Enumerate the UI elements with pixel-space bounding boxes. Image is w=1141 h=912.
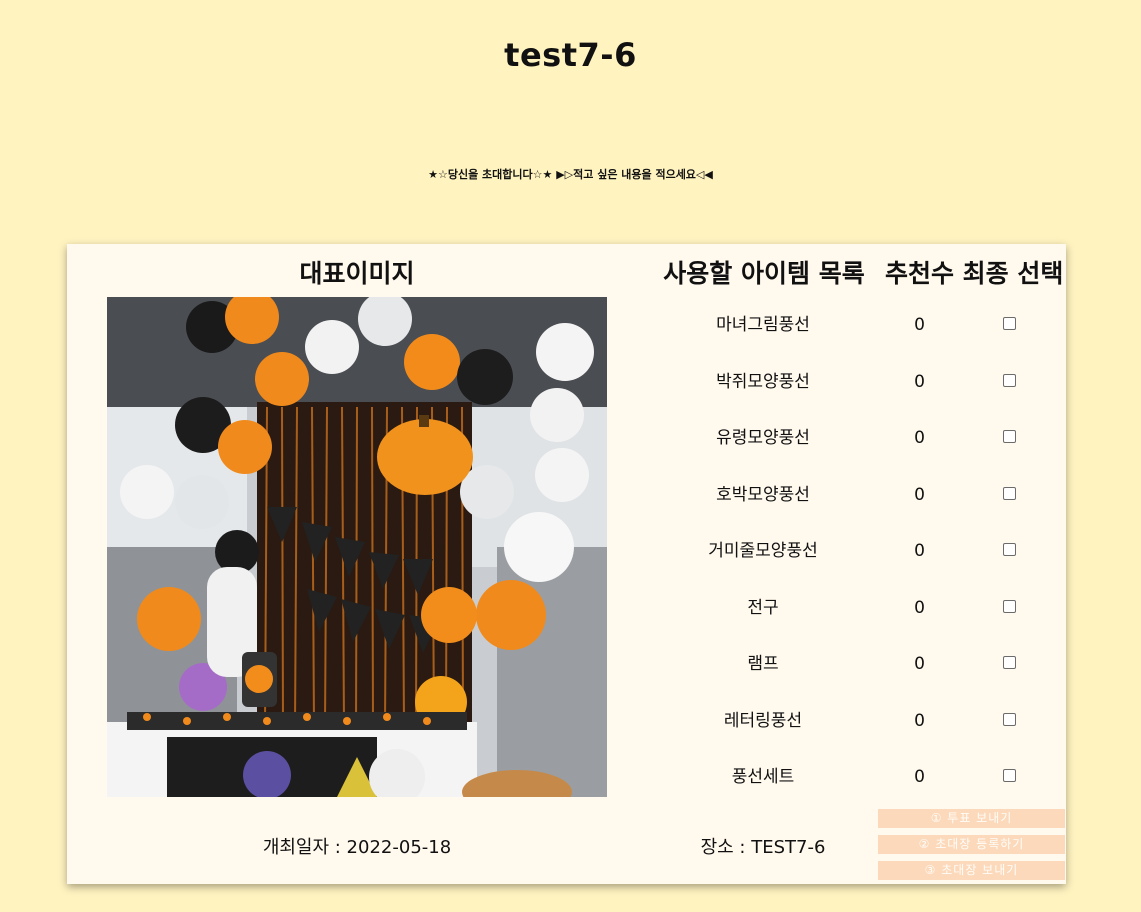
- item-name: 거미줄모양풍선: [708, 541, 818, 561]
- item-row: 거미줄모양풍선 0: [649, 523, 1059, 579]
- final-select-checkbox[interactable]: [1003, 656, 1016, 669]
- event-place: 장소 : TEST7-6: [700, 837, 826, 858]
- invitation-card: 대표이미지 사용할 아이템 목록 추천수 최종 선택 마녀그림풍선 0 박쥐모양…: [67, 244, 1066, 884]
- final-select-checkbox[interactable]: [1003, 430, 1016, 443]
- final-selection-header: 최종 선택: [962, 259, 1064, 288]
- final-select-checkbox[interactable]: [1003, 486, 1016, 500]
- send-invitation-button[interactable]: ③ 초대장 보내기: [878, 861, 1065, 880]
- item-vote-count: 0: [914, 541, 925, 561]
- item-vote-count: 0: [914, 597, 925, 618]
- item-vote-count: 0: [914, 428, 925, 448]
- item-name: 호박모양풍선: [716, 484, 810, 505]
- votes-header: 추천수: [884, 259, 954, 288]
- page-title: test7-6: [504, 36, 637, 74]
- register-invitation-button[interactable]: ② 초대장 등록하기: [878, 835, 1065, 854]
- item-row: 전구 0: [649, 580, 1059, 636]
- item-row: 유령모양풍선 0: [649, 410, 1059, 466]
- event-date: 개최일자 : 2022-05-18: [262, 837, 452, 858]
- item-row: 박쥐모양풍선 0: [649, 354, 1059, 410]
- item-name: 전구: [747, 597, 779, 618]
- image-header: 대표이미지: [299, 259, 415, 288]
- item-vote-count: 0: [914, 371, 925, 392]
- item-vote-count: 0: [914, 654, 925, 674]
- item-row: 램프 0: [649, 636, 1059, 692]
- item-vote-count: 0: [914, 767, 925, 787]
- representative-image: [107, 297, 607, 797]
- final-select-checkbox[interactable]: [1003, 599, 1016, 613]
- item-row: 호박모양풍선 0: [649, 467, 1059, 523]
- item-vote-count: 0: [914, 710, 925, 731]
- item-vote-count: 0: [914, 315, 925, 335]
- item-name: 풍선세트: [731, 767, 795, 787]
- item-name: 박쥐모양풍선: [716, 371, 810, 392]
- item-name: 유령모양풍선: [716, 428, 810, 448]
- item-vote-count: 0: [914, 484, 925, 505]
- item-name: 마녀그림풍선: [716, 315, 810, 335]
- item-name: 레터링풍선: [723, 710, 803, 731]
- send-vote-button[interactable]: ① 투표 보내기: [878, 809, 1065, 828]
- final-select-checkbox[interactable]: [1003, 317, 1016, 330]
- items-header: 사용할 아이템 목록: [663, 259, 865, 288]
- item-row: 풍선세트 0: [649, 749, 1059, 805]
- item-name: 램프: [747, 654, 779, 674]
- final-select-checkbox[interactable]: [1003, 769, 1016, 782]
- final-select-checkbox[interactable]: [1003, 373, 1016, 387]
- item-row: 레터링풍선 0: [649, 693, 1059, 749]
- item-row: 마녀그림풍선 0: [649, 297, 1059, 353]
- final-select-checkbox[interactable]: [1003, 712, 1016, 726]
- invitation-message: ★☆당신을 초대합니다☆★ ▶▷적고 싶은 내용을 적으세요◁◀: [428, 168, 713, 181]
- final-select-checkbox[interactable]: [1003, 543, 1016, 556]
- halloween-decoration-photo: [107, 297, 607, 797]
